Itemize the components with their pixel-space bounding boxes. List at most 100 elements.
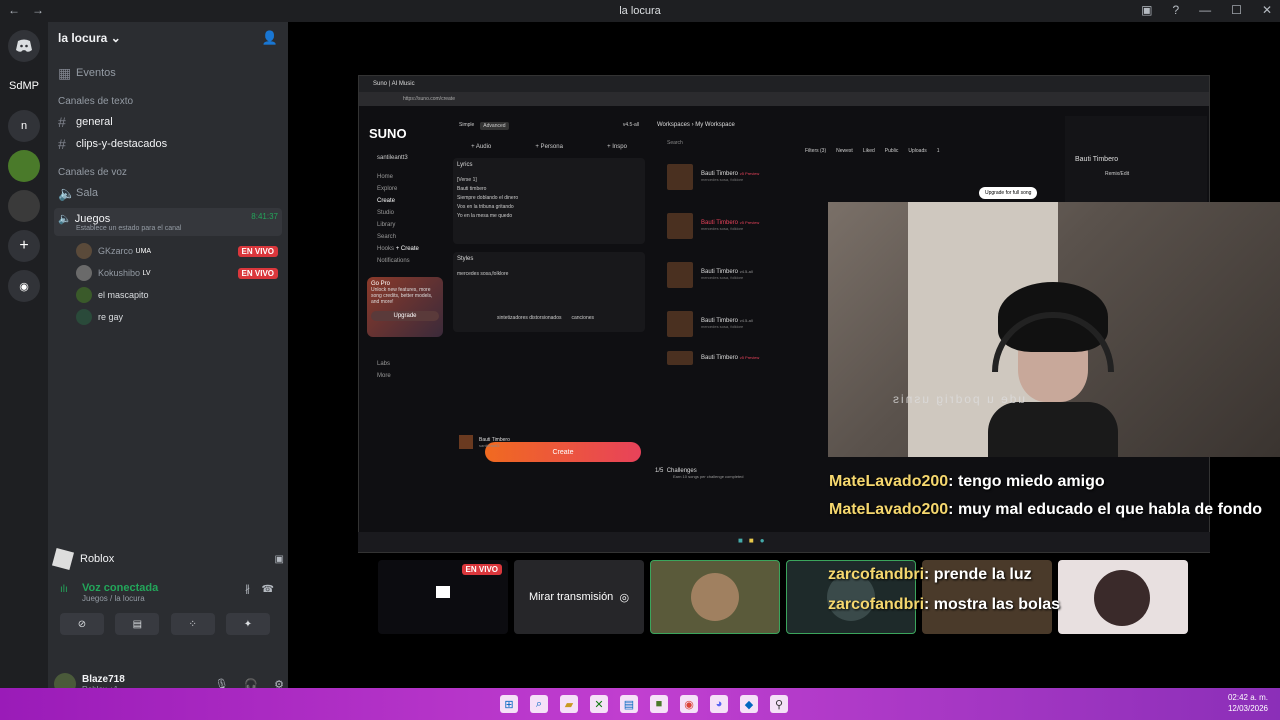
voice-channel-juegos[interactable]: 🔈 Juegos 8:41:37 Establece un estado par… xyxy=(54,208,282,236)
voice-member[interactable]: Kokushibo LV EN VIVO xyxy=(48,262,288,284)
disconnect-icon[interactable]: ☎ xyxy=(262,584,274,595)
roblox-studio-icon[interactable]: ◆ xyxy=(740,695,758,713)
song-sub: mercedes sosa, folklore xyxy=(701,177,744,182)
public-filter[interactable]: Public xyxy=(885,148,899,154)
tab-simple[interactable]: Simple xyxy=(459,122,474,130)
voice-member[interactable]: el mascapito xyxy=(48,284,288,306)
stream-thumb[interactable]: Mirar transmisión ◎ xyxy=(514,560,644,634)
style-tag[interactable]: canciones xyxy=(571,315,594,321)
voice-channel-sala[interactable]: 🔈 Sala xyxy=(48,182,288,204)
nav-labs[interactable]: Labs xyxy=(365,347,445,370)
nav-library[interactable]: Library xyxy=(365,219,445,231)
nav-explore[interactable]: Explore xyxy=(365,183,445,195)
explore-icon[interactable]: ◉ xyxy=(8,270,40,302)
song-row[interactable]: Bauti Timbero v5 Preview mercedes sosa, f… xyxy=(651,152,831,201)
song-row[interactable]: Bauti Timbero v5 Preview mercedes sosa, f… xyxy=(651,201,831,250)
song-row[interactable]: Bauti Timbero v4.5-all mercedes sosa, fol… xyxy=(651,299,831,348)
player-user: santileantt3 xyxy=(479,442,500,448)
upgrade-button[interactable]: Upgrade xyxy=(371,311,439,321)
nav-studio[interactable]: Studio xyxy=(365,207,445,219)
liked-filter[interactable]: Liked xyxy=(863,148,875,154)
edge-icon: ● xyxy=(759,536,765,545)
version-select[interactable]: v4.5-all xyxy=(623,122,639,130)
nav-more[interactable]: More xyxy=(365,370,445,382)
filter-button[interactable]: Filters (3) xyxy=(805,148,826,154)
activities-button[interactable]: ⁘ xyxy=(170,613,215,635)
stream-thumb[interactable]: EN VIVO xyxy=(378,560,508,634)
discord-icon[interactable]: ◕ xyxy=(710,695,728,713)
suno-logo[interactable]: SUNO xyxy=(365,116,445,141)
participant-tile[interactable] xyxy=(650,560,780,634)
nav-search[interactable]: Search xyxy=(365,231,445,243)
suno-user[interactable]: santileantt3 xyxy=(365,141,445,164)
persona-button[interactable]: + Persona xyxy=(535,144,563,150)
inspo-button[interactable]: + Inspo xyxy=(607,144,627,150)
inbox-icon[interactable]: ▣ xyxy=(1141,3,1152,17)
nav-home[interactable]: Home xyxy=(365,164,445,183)
guild-n[interactable]: n xyxy=(8,110,40,142)
camera-off-button[interactable]: ⊘ xyxy=(60,613,104,635)
song-row[interactable]: Bauti Timbero v4.5-all mercedes sosa, fol… xyxy=(651,250,831,299)
pin-icon[interactable]: ⚲ xyxy=(770,695,788,713)
minecraft-icon[interactable]: ■ xyxy=(650,695,668,713)
screen-icon[interactable]: ▣ xyxy=(275,554,284,565)
minimize-button[interactable]: — xyxy=(1199,3,1211,17)
challenge-card[interactable]: 1/5 Challenges Earn 10 songs per challen… xyxy=(655,468,744,479)
share-screen-button[interactable]: ▤ xyxy=(115,613,160,635)
voice-member[interactable]: GKzarco UMA EN VIVO xyxy=(48,240,288,262)
workspaces-link[interactable]: Workspaces xyxy=(657,122,690,128)
address-bar[interactable]: https://suno.com/create xyxy=(359,92,1209,106)
stream-stage[interactable]: Suno | AI Music https://suno.com/create … xyxy=(288,22,1280,688)
text-category[interactable]: Canales de texto xyxy=(48,84,288,111)
style-tag[interactable]: sintetizadores distorsionados xyxy=(497,315,561,321)
styles-input[interactable]: mercedes sosa,folklore xyxy=(457,262,641,279)
search-icon[interactable]: ⌕ xyxy=(530,695,548,713)
server-header[interactable]: la locura ⌄ 👤 xyxy=(48,22,288,54)
participant-tile[interactable] xyxy=(1058,560,1188,634)
channel-general[interactable]: # general xyxy=(48,111,288,133)
browser-tab[interactable]: Suno | AI Music xyxy=(373,81,415,87)
activity-card[interactable]: Roblox ▣ xyxy=(51,544,284,574)
participant-strip: EN VIVO Mirar transmisión ◎ zarcofandbri… xyxy=(378,560,1190,634)
sort-button[interactable]: Newest xyxy=(836,148,853,154)
close-button[interactable]: ✕ xyxy=(1262,3,1272,17)
system-clock[interactable]: 02:42 a. m. 12/03/2026 xyxy=(1228,692,1268,714)
nav-notifications[interactable]: Notifications xyxy=(365,255,445,267)
guild-roblox-icon[interactable] xyxy=(8,190,40,222)
challenge-progress: 1/5 xyxy=(655,468,664,474)
voice-category[interactable]: Canales de voz xyxy=(48,155,288,182)
watch-stream-button[interactable]: Mirar transmisión ◎ xyxy=(514,560,644,634)
xbox-icon[interactable]: ✕ xyxy=(590,695,608,713)
voice-member[interactable]: re gay xyxy=(48,306,288,328)
remix-button[interactable]: Remix/Edit xyxy=(1065,163,1207,177)
guild-sdmp[interactable]: SdMP xyxy=(2,70,46,102)
tab-advanced[interactable]: Advanced xyxy=(480,122,509,130)
guild-minecraft-icon[interactable] xyxy=(8,150,40,182)
avatar xyxy=(76,309,92,325)
song-badge: v5 Preview xyxy=(739,171,760,176)
uploads-filter[interactable]: Uploads xyxy=(908,148,926,154)
maximize-button[interactable]: ☐ xyxy=(1231,3,1242,17)
upgrade-full-song-button[interactable]: Upgrade for full song xyxy=(979,187,1038,199)
voice-location: Juegos / la locura xyxy=(82,594,145,603)
start-icon[interactable]: ⊞ xyxy=(500,695,518,713)
channel-status[interactable]: Establece un estado para el canal xyxy=(58,225,278,232)
audio-button[interactable]: + Audio xyxy=(471,144,491,150)
lyrics-textarea[interactable]: [Verse 1] Bauti timbero Siempre doblando… xyxy=(457,168,641,221)
invite-icon[interactable]: 👤 xyxy=(262,30,278,46)
add-server-icon[interactable]: + xyxy=(8,230,40,262)
noise-suppression-icon[interactable]: ∦ xyxy=(245,584,250,595)
nav-create[interactable]: Create xyxy=(365,195,445,207)
hooks-create[interactable]: + Create xyxy=(396,246,419,252)
song-row[interactable]: Bauti Timbero v5 Preview xyxy=(651,348,831,368)
store-icon[interactable]: ▤ xyxy=(620,695,638,713)
folder-icon[interactable]: ▰ xyxy=(560,695,578,713)
help-icon[interactable]: ? xyxy=(1172,3,1179,17)
nav-hooks[interactable]: Hooks + Create xyxy=(365,243,445,255)
chrome-icon[interactable]: ◉ xyxy=(680,695,698,713)
channel-clips[interactable]: # clips-y-destacados xyxy=(48,133,288,155)
soundboard-button[interactable]: ✦ xyxy=(225,613,270,635)
discord-home-icon[interactable] xyxy=(8,30,40,62)
workspace-search[interactable]: Search xyxy=(651,128,831,146)
events-item[interactable]: ▦ Eventos xyxy=(48,62,288,84)
